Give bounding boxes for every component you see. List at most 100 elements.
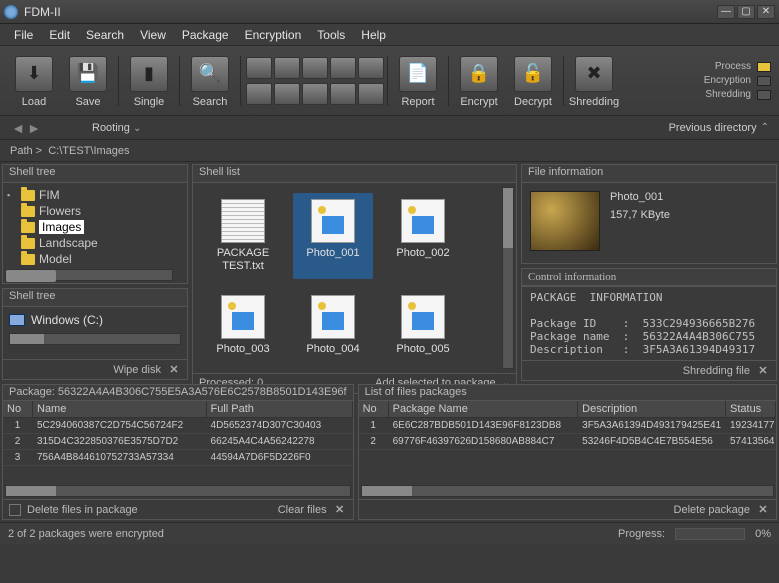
clear-files-x-icon[interactable]: ✕ [333, 503, 347, 517]
menu-package[interactable]: Package [174, 26, 237, 44]
table-row[interactable]: 15C294060387C2D754C56724F24D5652374D307C… [3, 418, 353, 434]
tree-scrollbar[interactable] [5, 269, 173, 281]
back-button[interactable]: ◄ [10, 120, 26, 136]
small-tool-3[interactable] [302, 57, 328, 79]
menu-tools[interactable]: Tools [309, 26, 353, 44]
tree-item-landscape[interactable]: Landscape [5, 235, 185, 251]
encrypt-button[interactable]: 🔒Encrypt [453, 50, 505, 112]
drive-item[interactable]: Windows (C:) [3, 307, 187, 333]
col-status[interactable]: Status [726, 401, 776, 417]
file-name-label: Photo_002 [396, 247, 449, 260]
tree-item-label: Flowers [39, 204, 81, 218]
small-tools-group [245, 56, 327, 106]
file-item[interactable]: Photo_002 [383, 193, 463, 279]
maximize-button[interactable]: ▢ [737, 5, 755, 19]
table-row[interactable]: 269776F46397626D158680AB884C753246F4D5B4… [359, 434, 776, 450]
file-item[interactable]: Photo_005 [383, 289, 463, 362]
load-button[interactable]: ⬇Load [8, 50, 60, 112]
search-button[interactable]: 🔍Search [184, 50, 236, 112]
control-info-body: PACKAGE INFORMATION Package ID : 533C294… [522, 286, 776, 360]
menu-encryption[interactable]: Encryption [237, 26, 310, 44]
status-bar: 2 of 2 packages were encrypted Progress:… [0, 522, 779, 544]
delete-files-label[interactable]: Delete files in package [27, 504, 138, 516]
col-no[interactable]: No [359, 401, 389, 417]
save-button[interactable]: 💾Save [62, 50, 114, 112]
folder-icon [21, 206, 35, 217]
indicator-shredding-led [757, 90, 771, 100]
tree-item-images[interactable]: Images [5, 219, 185, 235]
small-tool-1[interactable] [246, 57, 272, 79]
package-table-title: Package: 56322A4A4B306C755E5A3A576E6C257… [3, 385, 353, 401]
drive-icon [9, 314, 25, 326]
menu-bar: File Edit Search View Package Encryption… [0, 24, 779, 46]
chevron-down-icon: ⌄ [133, 123, 141, 134]
shell-list-scrollbar[interactable] [502, 187, 514, 369]
tree-item-fim[interactable]: ▪FIM [5, 187, 185, 203]
menu-file[interactable]: File [6, 26, 41, 44]
file-name-label: Photo_003 [216, 343, 269, 356]
col-no[interactable]: No [3, 401, 33, 417]
indicator-encryption-led [757, 76, 771, 86]
toolbar: ⬇Load 💾Save ▮Single 🔍Search 📄Report 🔒Enc… [0, 46, 779, 116]
progress-bar [675, 528, 745, 540]
file-item[interactable]: Photo_001 [293, 193, 373, 279]
col-name[interactable]: Name [33, 401, 207, 417]
file-size: 157,7 KByte [610, 209, 670, 221]
close-button[interactable]: ✕ [757, 5, 775, 19]
menu-view[interactable]: View [132, 26, 174, 44]
small-tool-4[interactable] [246, 83, 272, 105]
file-item[interactable]: Photo_003 [203, 289, 283, 362]
file-item[interactable]: PACKAGE TEST.txt [203, 193, 283, 279]
small-tool-10[interactable] [358, 83, 384, 105]
path-value[interactable]: C:\TEST\Images [48, 145, 129, 157]
folder-icon [21, 238, 35, 249]
forward-button[interactable]: ► [26, 120, 42, 136]
files-table-hscroll[interactable] [361, 485, 774, 497]
small-tool-6[interactable] [302, 83, 328, 105]
wipe-disk-x-icon[interactable]: ✕ [167, 363, 181, 377]
delete-package-x-icon[interactable]: ✕ [756, 503, 770, 517]
delete-package-button[interactable]: Delete package [674, 504, 750, 516]
small-tool-7[interactable] [330, 57, 356, 79]
shredding-x-icon[interactable]: ✕ [756, 364, 770, 378]
file-info-title: File information [522, 165, 776, 183]
package-table-hscroll[interactable] [5, 485, 351, 497]
delete-files-checkbox[interactable] [9, 504, 21, 516]
col-description[interactable]: Description [578, 401, 726, 417]
small-tool-9[interactable] [330, 83, 356, 105]
tree-item-flowers[interactable]: Flowers [5, 203, 185, 219]
expand-icon: ▪ [7, 190, 17, 200]
wipe-disk-button[interactable]: Wipe disk [113, 364, 161, 376]
table-row[interactable]: 3756A4B844610752733A5733444594A7D6F5D226… [3, 450, 353, 466]
small-tool-8[interactable] [358, 57, 384, 79]
previous-directory-button[interactable]: Previous directory ⌃ [669, 122, 769, 134]
shredding-file-button[interactable]: Shredding file [683, 365, 750, 377]
col-fullpath[interactable]: Full Path [207, 401, 353, 417]
unlock-icon: 🔓 [514, 56, 552, 92]
small-tool-2[interactable] [274, 57, 300, 79]
shredding-button[interactable]: ✖Shredding [568, 50, 620, 112]
progress-label: Progress: [618, 528, 665, 540]
small-tool-5[interactable] [274, 83, 300, 105]
status-indicators: Process Encryption Shredding [704, 61, 771, 100]
menu-help[interactable]: Help [353, 26, 394, 44]
title-bar: FDM-II — ▢ ✕ [0, 0, 779, 24]
decrypt-button[interactable]: 🔓Decrypt [507, 50, 559, 112]
clear-files-button[interactable]: Clear files [278, 504, 327, 516]
table-row[interactable]: 2315D4C322850376E3575D7D266245A4C4A56242… [3, 434, 353, 450]
lock-icon: 🔒 [460, 56, 498, 92]
image-file-icon [311, 199, 355, 243]
minimize-button[interactable]: — [717, 5, 735, 19]
col-package-name[interactable]: Package Name [389, 401, 579, 417]
indicator-process-led [757, 62, 771, 72]
tree-item-model[interactable]: Model [5, 251, 185, 267]
report-button[interactable]: 📄Report [392, 50, 444, 112]
rooting-button[interactable]: Rooting ⌄ [92, 122, 141, 134]
indicator-shredding-label: Shredding [705, 89, 751, 100]
table-row[interactable]: 16E6C287BDB501D143E96F8123DB83F5A3A61394… [359, 418, 776, 434]
menu-search[interactable]: Search [78, 26, 132, 44]
menu-edit[interactable]: Edit [41, 26, 78, 44]
file-item[interactable]: Photo_004 [293, 289, 373, 362]
image-file-icon [401, 295, 445, 339]
single-button[interactable]: ▮Single [123, 50, 175, 112]
